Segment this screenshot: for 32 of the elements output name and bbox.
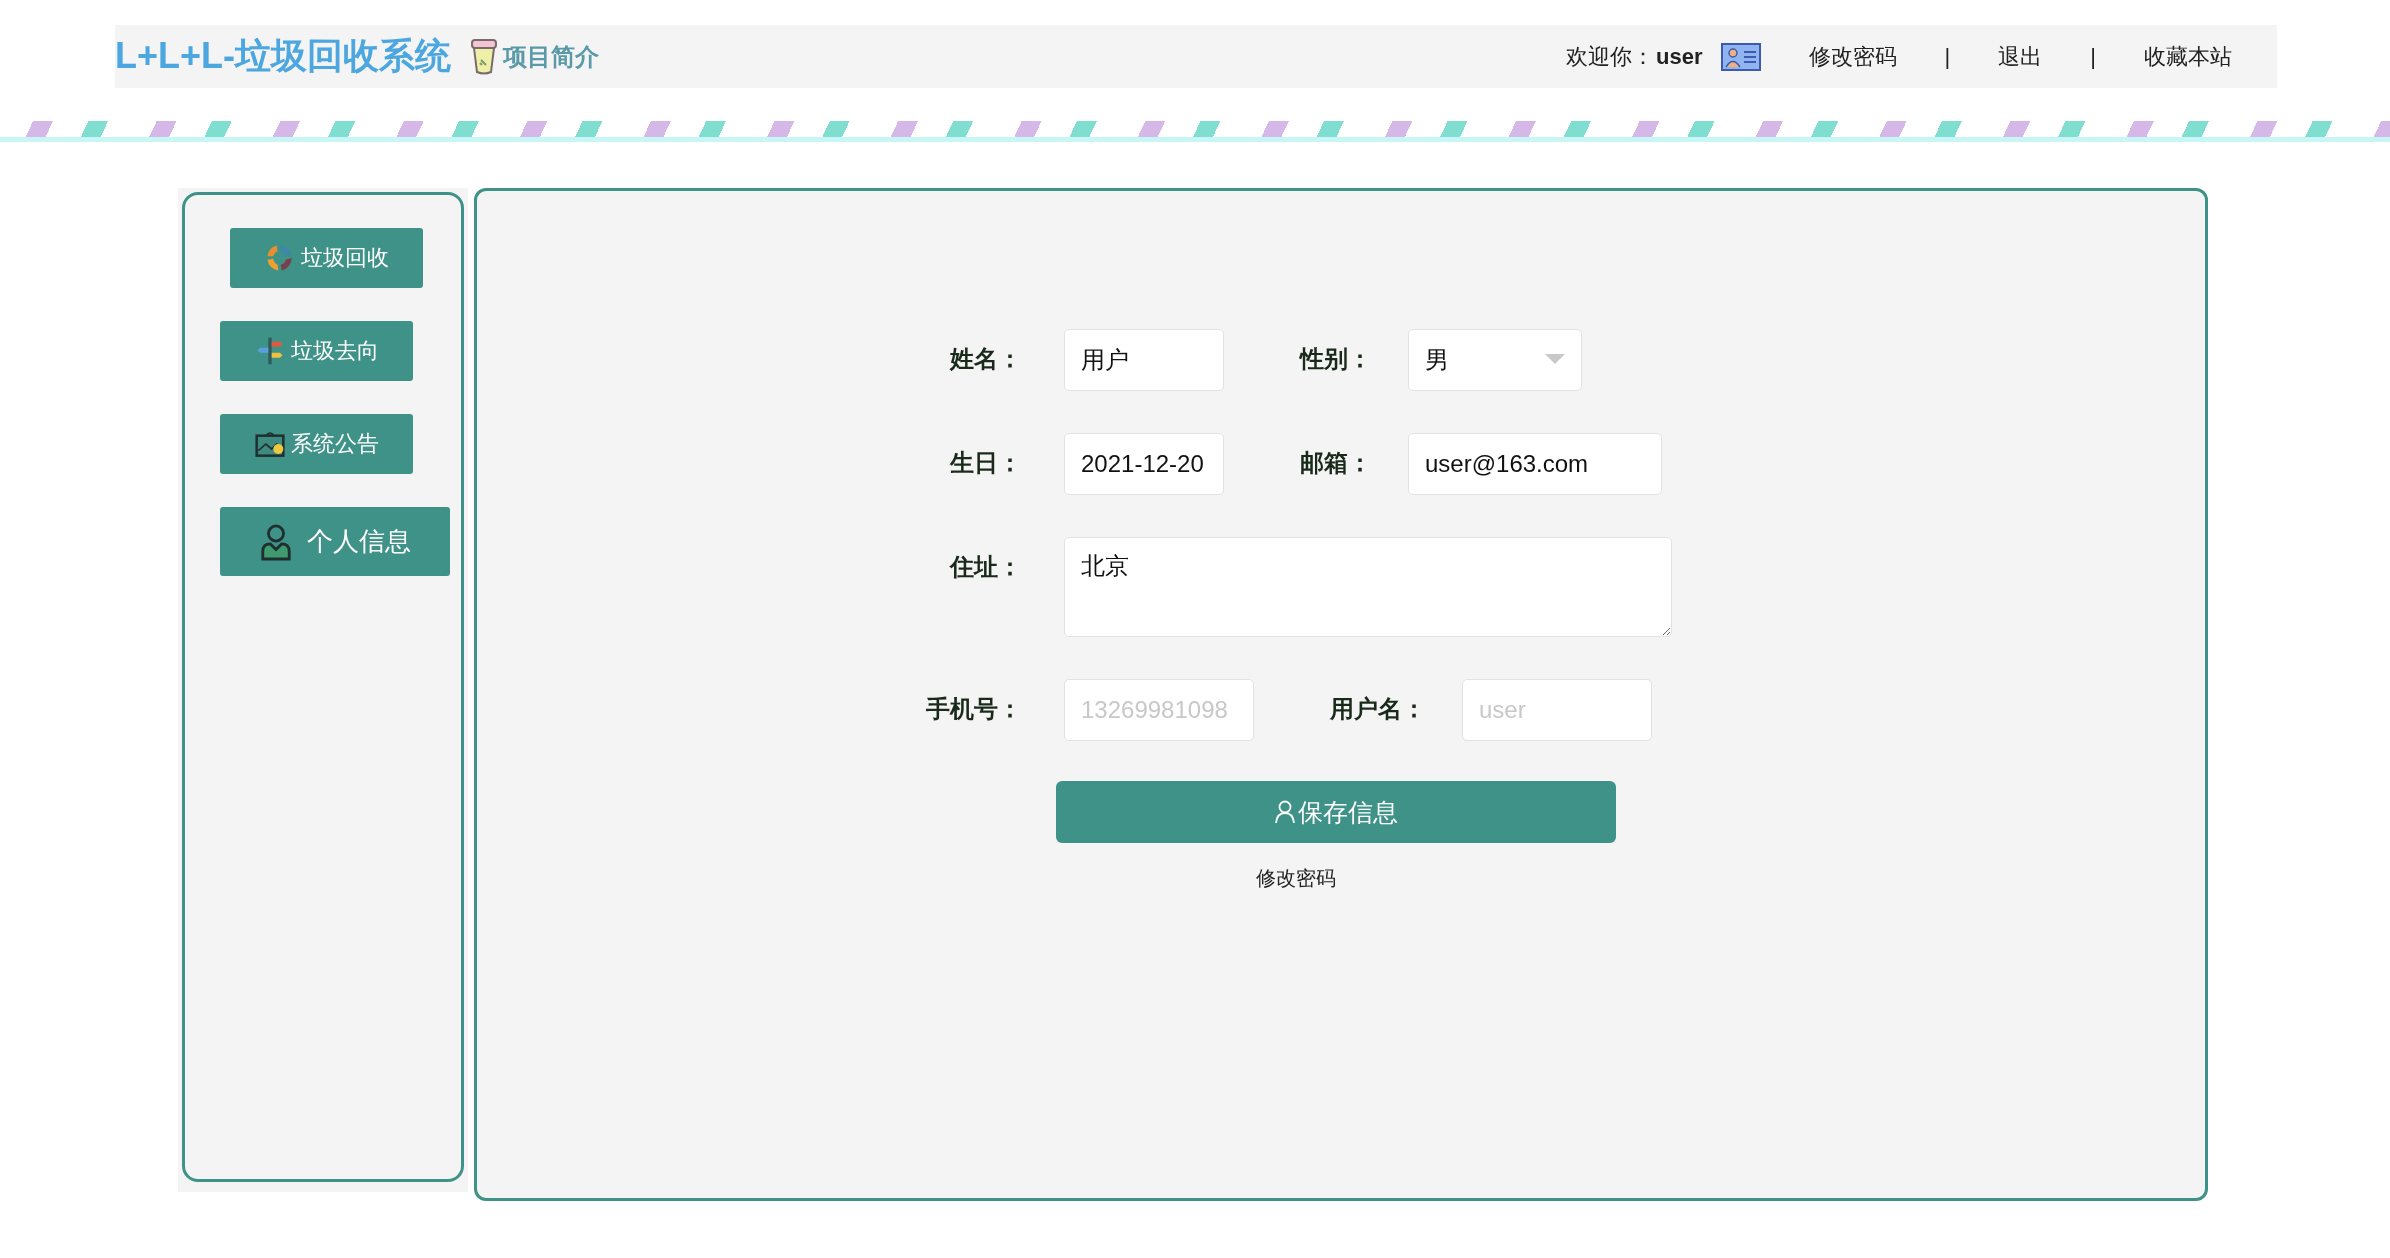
dropdown-caret-icon [1545, 354, 1565, 366]
nav-link[interactable]: 收藏本站 [2144, 41, 2232, 72]
separator-text: | [2090, 43, 2096, 70]
save-button[interactable]: 保存信息 [1056, 781, 1616, 843]
sidebar-menu-button[interactable]: 垃圾去向 [220, 321, 413, 381]
gender-dropdown[interactable]: 男 [1408, 329, 1582, 391]
sidebar-menu-button[interactable]: 垃圾回收 [230, 228, 423, 288]
person-icon [1274, 800, 1296, 824]
field-label: 性别： [1300, 344, 1372, 374]
person-icon [259, 522, 293, 561]
field-label: 生日： [948, 448, 1022, 478]
id-card-icon [1720, 42, 1761, 71]
picture-frame-icon [254, 429, 285, 459]
nav-link[interactable]: 退出 [1998, 41, 2043, 72]
field-label: 用户名： [1330, 694, 1426, 724]
field-label: 邮箱： [1300, 448, 1372, 478]
field-label: 手机号： [925, 694, 1022, 724]
address-field[interactable]: 北京 [1064, 537, 1672, 637]
username-text: user [1656, 43, 1703, 70]
separator-text: | [1944, 43, 1951, 70]
welcome-text: 欢迎你： [1566, 42, 1655, 71]
email-field[interactable]: user@163.com [1408, 433, 1662, 495]
site-title: L+L+L-垃圾回收系统 [115, 34, 451, 78]
text-field[interactable]: 2021-12-20 [1064, 433, 1224, 495]
field-label: 姓名： [948, 344, 1022, 374]
cup-icon [469, 37, 499, 76]
nav-link[interactable]: 修改密码 [1808, 41, 1897, 72]
sidebar-menu-button[interactable]: 个人信息 [220, 507, 450, 576]
text-field[interactable]: 用户 [1064, 329, 1224, 391]
sidebar-menu-button[interactable]: 系统公告 [220, 414, 413, 474]
field-label: 住址： [948, 552, 1022, 582]
change-password-link[interactable]: 修改密码 [1256, 865, 1336, 892]
